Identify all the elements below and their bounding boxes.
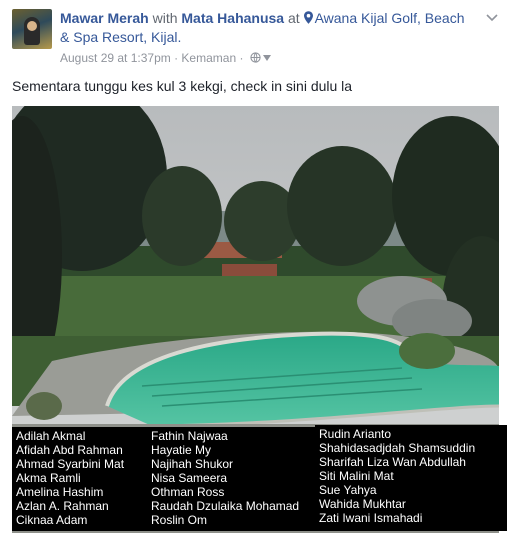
tagged-name[interactable]: Mata Hahanusa <box>181 10 284 26</box>
author-name[interactable]: Mawar Merah <box>60 10 149 26</box>
tag-name[interactable]: Adilah Akmal <box>16 429 143 443</box>
globe-icon[interactable] <box>250 52 261 63</box>
post-meta: August 29 at 1:37pm · Kemaman · <box>60 50 271 66</box>
tag-name[interactable]: Ciknaa Adam <box>16 513 143 527</box>
tag-name[interactable]: Siti Malini Mat <box>319 469 503 483</box>
tag-name[interactable]: Roslin Om <box>151 513 313 527</box>
tag-name[interactable]: Zati Iwani Ismahadi <box>319 511 503 525</box>
app-name[interactable]: Kemaman <box>181 51 236 65</box>
tag-name[interactable]: Rudin Arianto <box>319 427 503 441</box>
tag-name[interactable]: Azlan A. Rahman <box>16 499 143 513</box>
tag-name[interactable]: Najihah Shukor <box>151 457 313 471</box>
tag-name[interactable]: Wahida Mukhtar <box>319 497 503 511</box>
meta-separator: · <box>170 51 182 65</box>
avatar-face <box>27 21 37 31</box>
tag-name[interactable]: Akma Ramli <box>16 471 143 485</box>
tag-name[interactable]: Sue Yahya <box>319 483 503 497</box>
post-caption: Sementara tunggu kes kul 3 kekgi, check … <box>12 78 353 94</box>
chevron-down-icon[interactable] <box>485 10 499 24</box>
tag-column-1: Adilah Akmal Afidah Abd Rahman Ahmad Sya… <box>12 427 147 531</box>
tag-column-2: Fathin Najwaa Hayatie My Najihah Shukor … <box>147 427 317 531</box>
tag-name[interactable]: Amelina Hashim <box>16 485 143 499</box>
tag-name[interactable]: Nisa Sameera <box>151 471 313 485</box>
tag-name[interactable]: Afidah Abd Rahman <box>16 443 143 457</box>
tag-name[interactable]: Ahmad Syarbini Mat <box>16 457 143 471</box>
privacy-caret-icon[interactable] <box>262 55 271 61</box>
timestamp[interactable]: August 29 at 1:37pm <box>60 51 171 65</box>
tag-name[interactable]: Raudah Dzulaika Mohamad <box>151 499 313 513</box>
at-word: at <box>284 10 304 26</box>
tag-name[interactable]: Sharifah Liza Wan Abdullah <box>319 455 503 469</box>
tag-name[interactable]: Hayatie My <box>151 443 313 457</box>
tag-column-3: Rudin Arianto Shahidasadjdah Shamsuddin … <box>315 425 507 531</box>
tag-name[interactable]: Shahidasadjdah Shamsuddin <box>319 441 503 455</box>
map-pin-icon <box>303 11 313 24</box>
tag-name[interactable]: Fathin Najwaa <box>151 429 313 443</box>
tag-name[interactable]: Othman Ross <box>151 485 313 499</box>
with-word: with <box>148 10 182 26</box>
meta-separator-2: · <box>236 51 247 65</box>
post-header: Mawar Merah with Mata Hahanusa at Awana … <box>60 9 470 47</box>
avatar[interactable] <box>12 9 52 49</box>
